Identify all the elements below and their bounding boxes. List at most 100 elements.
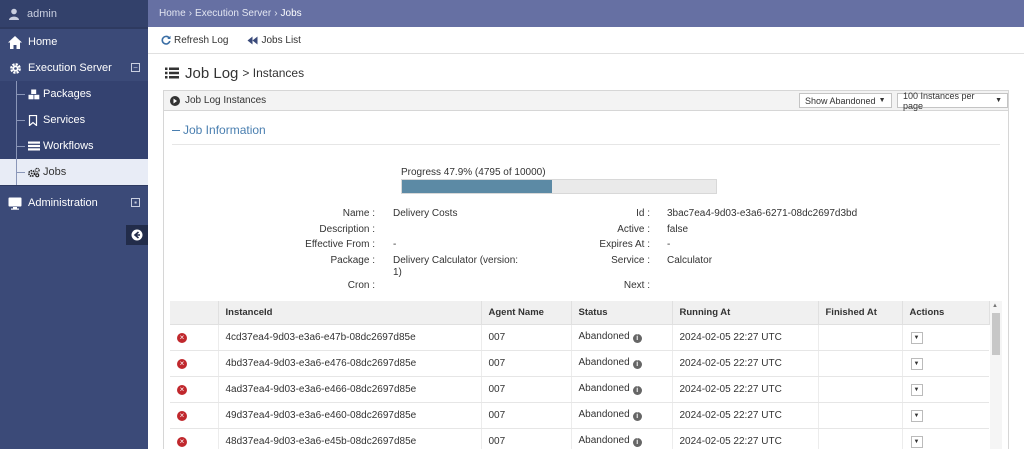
row-actions-dropdown[interactable]: ▼ [910, 331, 923, 344]
agent-name-cell: 007 [480, 324, 571, 351]
breadcrumb: Home › Execution Server › Jobs [148, 0, 1024, 27]
id-value: 3bac7ea4-9d03-e3a6-6271-08dc2697d3bd [667, 208, 858, 219]
error-icon: × [177, 436, 187, 447]
show-abandoned-dropdown[interactable]: Show Abandoned ▼ [799, 93, 892, 108]
breadcrumb-execution-server[interactable]: Execution Server [195, 8, 271, 19]
column-header-running-at[interactable]: Running At [671, 301, 819, 325]
status-text: Abandoned [578, 357, 630, 368]
sidebar-item-administration[interactable]: Administration ▪ [0, 190, 148, 216]
sidebar-item-packages[interactable]: Packages [0, 81, 148, 107]
sidebar-item-execution-server[interactable]: Execution Server − [0, 55, 148, 81]
table-row[interactable]: × 4cd37ea4-9d03-e3a6-e47b-08dc2697d85e 007… [170, 324, 989, 351]
row-status-cell: × [170, 402, 218, 429]
info-icon[interactable]: i [632, 412, 642, 421]
column-header-instanceid[interactable]: InstanceId [217, 301, 482, 325]
actions-cell: ▼ [901, 324, 989, 351]
caret-down-icon: ▼ [913, 412, 920, 419]
sidebar-item-workflows[interactable]: Workflows [0, 133, 148, 159]
refresh-log-button[interactable]: Refresh Log [161, 35, 228, 46]
instances-table-container: InstanceId Agent Name Status Running At … [170, 301, 1002, 449]
column-header-agent-name[interactable]: Agent Name [480, 301, 572, 325]
monitor-icon [8, 196, 22, 210]
cron-label: Cron : [347, 280, 375, 291]
running-at-cell: 2024-02-05 22:27 UTC [671, 376, 818, 403]
error-icon: × [177, 384, 187, 395]
expires-at-value: - [667, 239, 671, 250]
running-at-cell: 2024-02-05 22:27 UTC [671, 402, 818, 429]
column-header-status[interactable]: Status [570, 301, 673, 325]
sidebar: admin Home Execution Server − Packages S… [0, 0, 148, 449]
info-icon[interactable]: i [632, 386, 642, 395]
tree-line [16, 159, 25, 185]
user-menu[interactable]: admin [0, 0, 148, 27]
sidebar-collapse-button[interactable] [126, 225, 148, 245]
sidebar-item-jobs[interactable]: Jobs [0, 159, 148, 185]
cubes-icon [28, 88, 40, 100]
info-icon[interactable]: i [632, 438, 642, 447]
expand-toggle-icon[interactable]: ▪ [131, 198, 140, 207]
finished-at-cell [817, 428, 902, 449]
info-icon[interactable]: i [632, 334, 642, 343]
table-row[interactable]: × 48d37ea4-9d03-e3a6-e45b-08dc2697d85e 007… [170, 428, 989, 449]
running-at-cell: 2024-02-05 22:27 UTC [671, 324, 818, 351]
jobs-list-button[interactable]: Jobs List [247, 35, 301, 46]
info-icon[interactable]: i [632, 360, 642, 369]
name-label: Name : [342, 208, 375, 219]
row-actions-dropdown[interactable]: ▼ [910, 383, 923, 396]
status-cell: Abandoned i [570, 402, 672, 429]
user-name: admin [27, 7, 57, 20]
minus-icon [172, 129, 180, 131]
progress-bar [401, 179, 717, 194]
panel-title: Job Log Instances [185, 95, 267, 106]
row-actions-dropdown[interactable]: ▼ [910, 357, 923, 370]
package-value: Delivery Calculator (version: [393, 255, 519, 266]
arrow-left-icon [131, 229, 143, 241]
caret-down-icon: ▼ [913, 360, 920, 367]
error-icon: × [177, 358, 187, 369]
table-row[interactable]: × 49d37ea4-9d03-e3a6-e460-08dc2697d85e 007… [170, 402, 989, 429]
actions-cell: ▼ [901, 350, 989, 377]
status-cell: Abandoned i [570, 324, 672, 351]
breadcrumb-jobs: Jobs [280, 8, 302, 19]
instances-table: InstanceId Agent Name Status Running At … [170, 301, 990, 449]
refresh-log-label: Refresh Log [174, 34, 229, 46]
column-header-icon [170, 301, 219, 325]
scrollbar-thumb[interactable] [992, 313, 1000, 355]
section-title-text: Job Information [183, 123, 266, 137]
instances-per-page-dropdown[interactable]: 100 Instances per page ▼ [897, 91, 1008, 111]
actions-cell: ▼ [901, 376, 989, 403]
breadcrumb-home[interactable]: Home [159, 8, 186, 19]
job-information-toggle[interactable]: Job Information [172, 123, 266, 137]
sidebar-item-label: Workflows [43, 140, 94, 152]
finished-at-cell [817, 350, 902, 377]
table-row[interactable]: × 4ad37ea4-9d03-e3a6-e466-08dc2697d85e 007… [170, 376, 989, 403]
page-title-text: Job Log [185, 64, 239, 82]
agent-name-cell: 007 [480, 428, 571, 449]
effective-from-label: Effective From : [305, 239, 375, 250]
scroll-up-icon[interactable]: ▲ [992, 303, 998, 309]
table-row[interactable]: × 4bd37ea4-9d03-e3a6-e476-08dc2697d85e 007… [170, 350, 989, 377]
table-scrollbar[interactable]: ▲ [990, 301, 1002, 449]
tree-line [16, 107, 25, 133]
sidebar-item-services[interactable]: Services [0, 107, 148, 133]
finished-at-cell [817, 376, 902, 403]
column-header-finished-at[interactable]: Finished At [817, 301, 903, 325]
row-actions-dropdown[interactable]: ▼ [910, 435, 923, 448]
column-header-actions: Actions [901, 301, 990, 325]
status-text: Abandoned [578, 435, 630, 446]
sidebar-item-home[interactable]: Home [0, 29, 148, 55]
sidebar-item-label: Execution Server [28, 62, 112, 74]
next-label: Next : [623, 280, 650, 291]
agent-name-cell: 007 [480, 376, 571, 403]
error-icon: × [177, 410, 187, 421]
chevron-right-icon: › [274, 8, 278, 19]
progress-bar-fill [402, 180, 553, 193]
service-value: Calculator [667, 255, 713, 266]
active-label: Active : [617, 224, 650, 235]
page-title: Job Log > Instances [165, 62, 304, 84]
row-actions-dropdown[interactable]: ▼ [910, 409, 923, 422]
agent-name-cell: 007 [480, 402, 571, 429]
sidebar-item-label: Services [43, 114, 86, 126]
collapse-toggle-icon[interactable]: − [131, 63, 140, 72]
status-text: Abandoned [578, 331, 630, 342]
